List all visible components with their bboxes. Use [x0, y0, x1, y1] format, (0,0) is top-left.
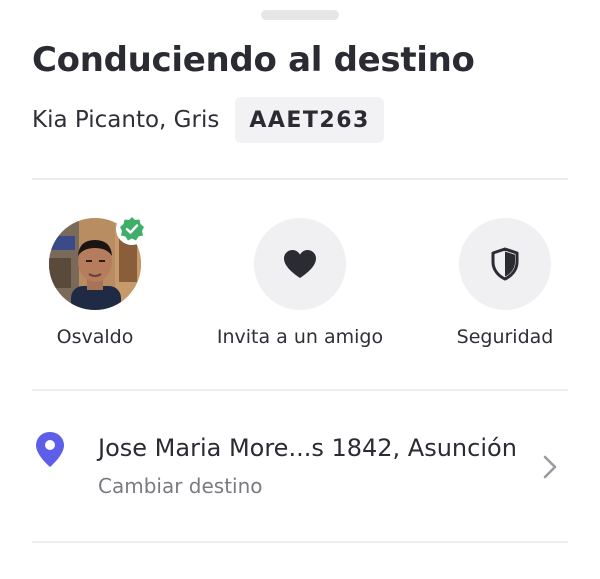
driver-profile-button[interactable]: Osvaldo — [5, 213, 185, 348]
safety-icon-circle — [459, 218, 551, 310]
vehicle-description: Kia Picanto, Gris — [32, 107, 220, 133]
divider — [32, 178, 568, 180]
shield-icon — [491, 247, 519, 281]
heart-icon — [284, 250, 316, 278]
divider — [32, 541, 568, 543]
sheet-drag-handle[interactable] — [261, 10, 339, 20]
chevron-right-icon — [543, 455, 557, 479]
invite-friend-label: Invita a un amigo — [216, 326, 384, 348]
trip-bottom-sheet: Conduciendo al destino Kia Picanto, Gris… — [0, 0, 600, 579]
verified-check-icon — [120, 217, 144, 241]
destination-row[interactable]: Jose Maria More...s 1842, Asunción Cambi… — [32, 420, 568, 520]
divider — [32, 389, 568, 391]
vehicle-info: Kia Picanto, Gris AAET263 — [32, 97, 384, 143]
safety-label: Seguridad — [456, 326, 554, 348]
location-pin-icon — [36, 432, 64, 467]
license-plate-badge: AAET263 — [235, 97, 384, 143]
safety-button[interactable]: Seguridad — [415, 218, 595, 348]
trip-status-title: Conduciendo al destino — [32, 40, 475, 80]
verified-badge — [116, 213, 148, 245]
change-destination-link[interactable]: Cambiar destino — [98, 474, 263, 498]
destination-address: Jose Maria More...s 1842, Asunción — [98, 434, 517, 462]
avatar — [49, 213, 148, 310]
driver-name: Osvaldo — [56, 326, 134, 348]
invite-friend-button[interactable]: Invita a un amigo — [210, 218, 390, 348]
invite-icon-circle — [254, 218, 346, 310]
